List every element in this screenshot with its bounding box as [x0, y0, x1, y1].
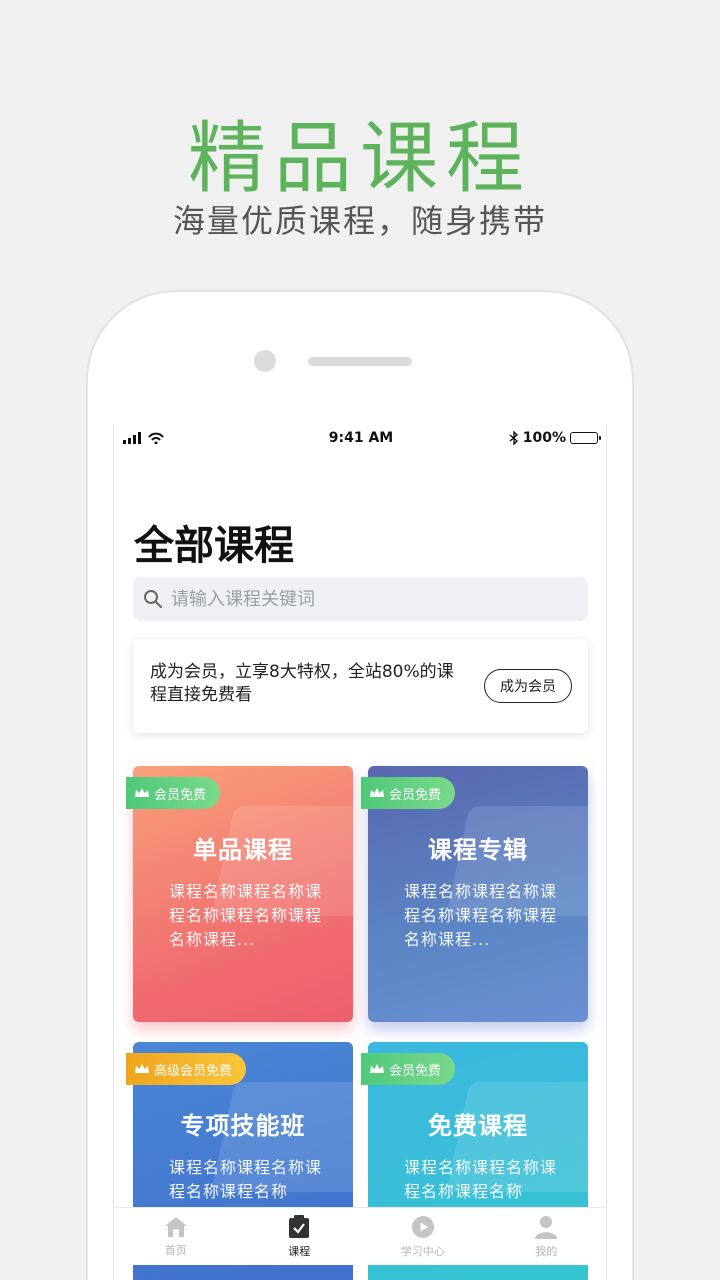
crown-icon: [135, 1064, 149, 1073]
bluetooth-icon: [509, 431, 518, 445]
tab-label: 我的: [535, 1244, 558, 1258]
search-input[interactable]: [171, 588, 571, 610]
course-name: 免费课程: [428, 1112, 528, 1140]
status-bar: 9:41 AM 100%: [114, 425, 606, 451]
membership-text: 成为会员，立享8大特权，全站80%的课程直接免费看: [150, 662, 454, 705]
course-desc: 课程名称课程名称课程名称课程名称课程名称课程...: [404, 882, 558, 949]
course-desc: 课程名称课程名称课程名称课程名称: [169, 1158, 323, 1201]
app-screen: 9:41 AM 100% 全部课程 成为会员，立享8大特权，全站80%的课程直接…: [113, 425, 607, 1280]
battery-icon: [570, 432, 601, 444]
badge-label: 会员免费: [154, 787, 207, 803]
search-icon: [144, 590, 162, 608]
member-free-badge: 会员免费: [361, 777, 456, 809]
phone-camera: [254, 350, 276, 372]
promo-subtitle: 海量优质课程，随身携带: [172, 202, 547, 240]
tab-label: 学习中心: [400, 1244, 445, 1258]
tab-bar: 首页 课程 学习中心 我的: [114, 1207, 607, 1265]
home-icon: [164, 1216, 187, 1237]
course-name: 课程专辑: [428, 836, 528, 864]
course-desc: 课程名称课程名称课程名称课程名称课程名称课程...: [169, 882, 323, 949]
course-name: 专项技能班: [180, 1112, 306, 1140]
crown-icon: [370, 1064, 384, 1073]
battery-percent: 100%: [522, 430, 566, 446]
member-free-badge: 会员免费: [126, 777, 221, 809]
tab-home[interactable]: 首页: [114, 1208, 238, 1265]
tab-learning-center[interactable]: 学习中心: [361, 1208, 485, 1265]
tab-label: 首页: [164, 1243, 187, 1257]
badge-label: 会员免费: [389, 1063, 442, 1079]
become-member-button[interactable]: 成为会员: [484, 669, 572, 703]
phone-speaker: [308, 357, 412, 366]
search-bar[interactable]: [133, 577, 588, 621]
status-right: 100%: [509, 430, 601, 446]
crown-icon: [370, 788, 384, 797]
member-free-badge: 会员免费: [361, 1053, 456, 1085]
course-name: 单品课程: [193, 836, 293, 864]
clipboard-check-icon: [289, 1214, 310, 1238]
play-bubble-icon: [411, 1215, 434, 1238]
membership-banner: 成为会员，立享8大特权，全站80%的课程直接免费看 成为会员: [133, 639, 588, 733]
promo-title: 精品课程: [187, 114, 532, 204]
badge-label: 高级会员免费: [154, 1063, 233, 1079]
crown-icon: [135, 788, 149, 797]
tab-courses[interactable]: 课程: [238, 1208, 362, 1265]
tab-mine[interactable]: 我的: [485, 1208, 607, 1265]
badge-label: 会员免费: [389, 787, 442, 803]
tab-label: 课程: [288, 1244, 311, 1258]
page-title: 全部课程: [134, 523, 294, 569]
course-desc: 课程名称课程名称课程名称课程名称: [404, 1158, 558, 1201]
user-icon: [535, 1215, 558, 1239]
premium-member-free-badge: 高级会员免费: [126, 1053, 247, 1085]
